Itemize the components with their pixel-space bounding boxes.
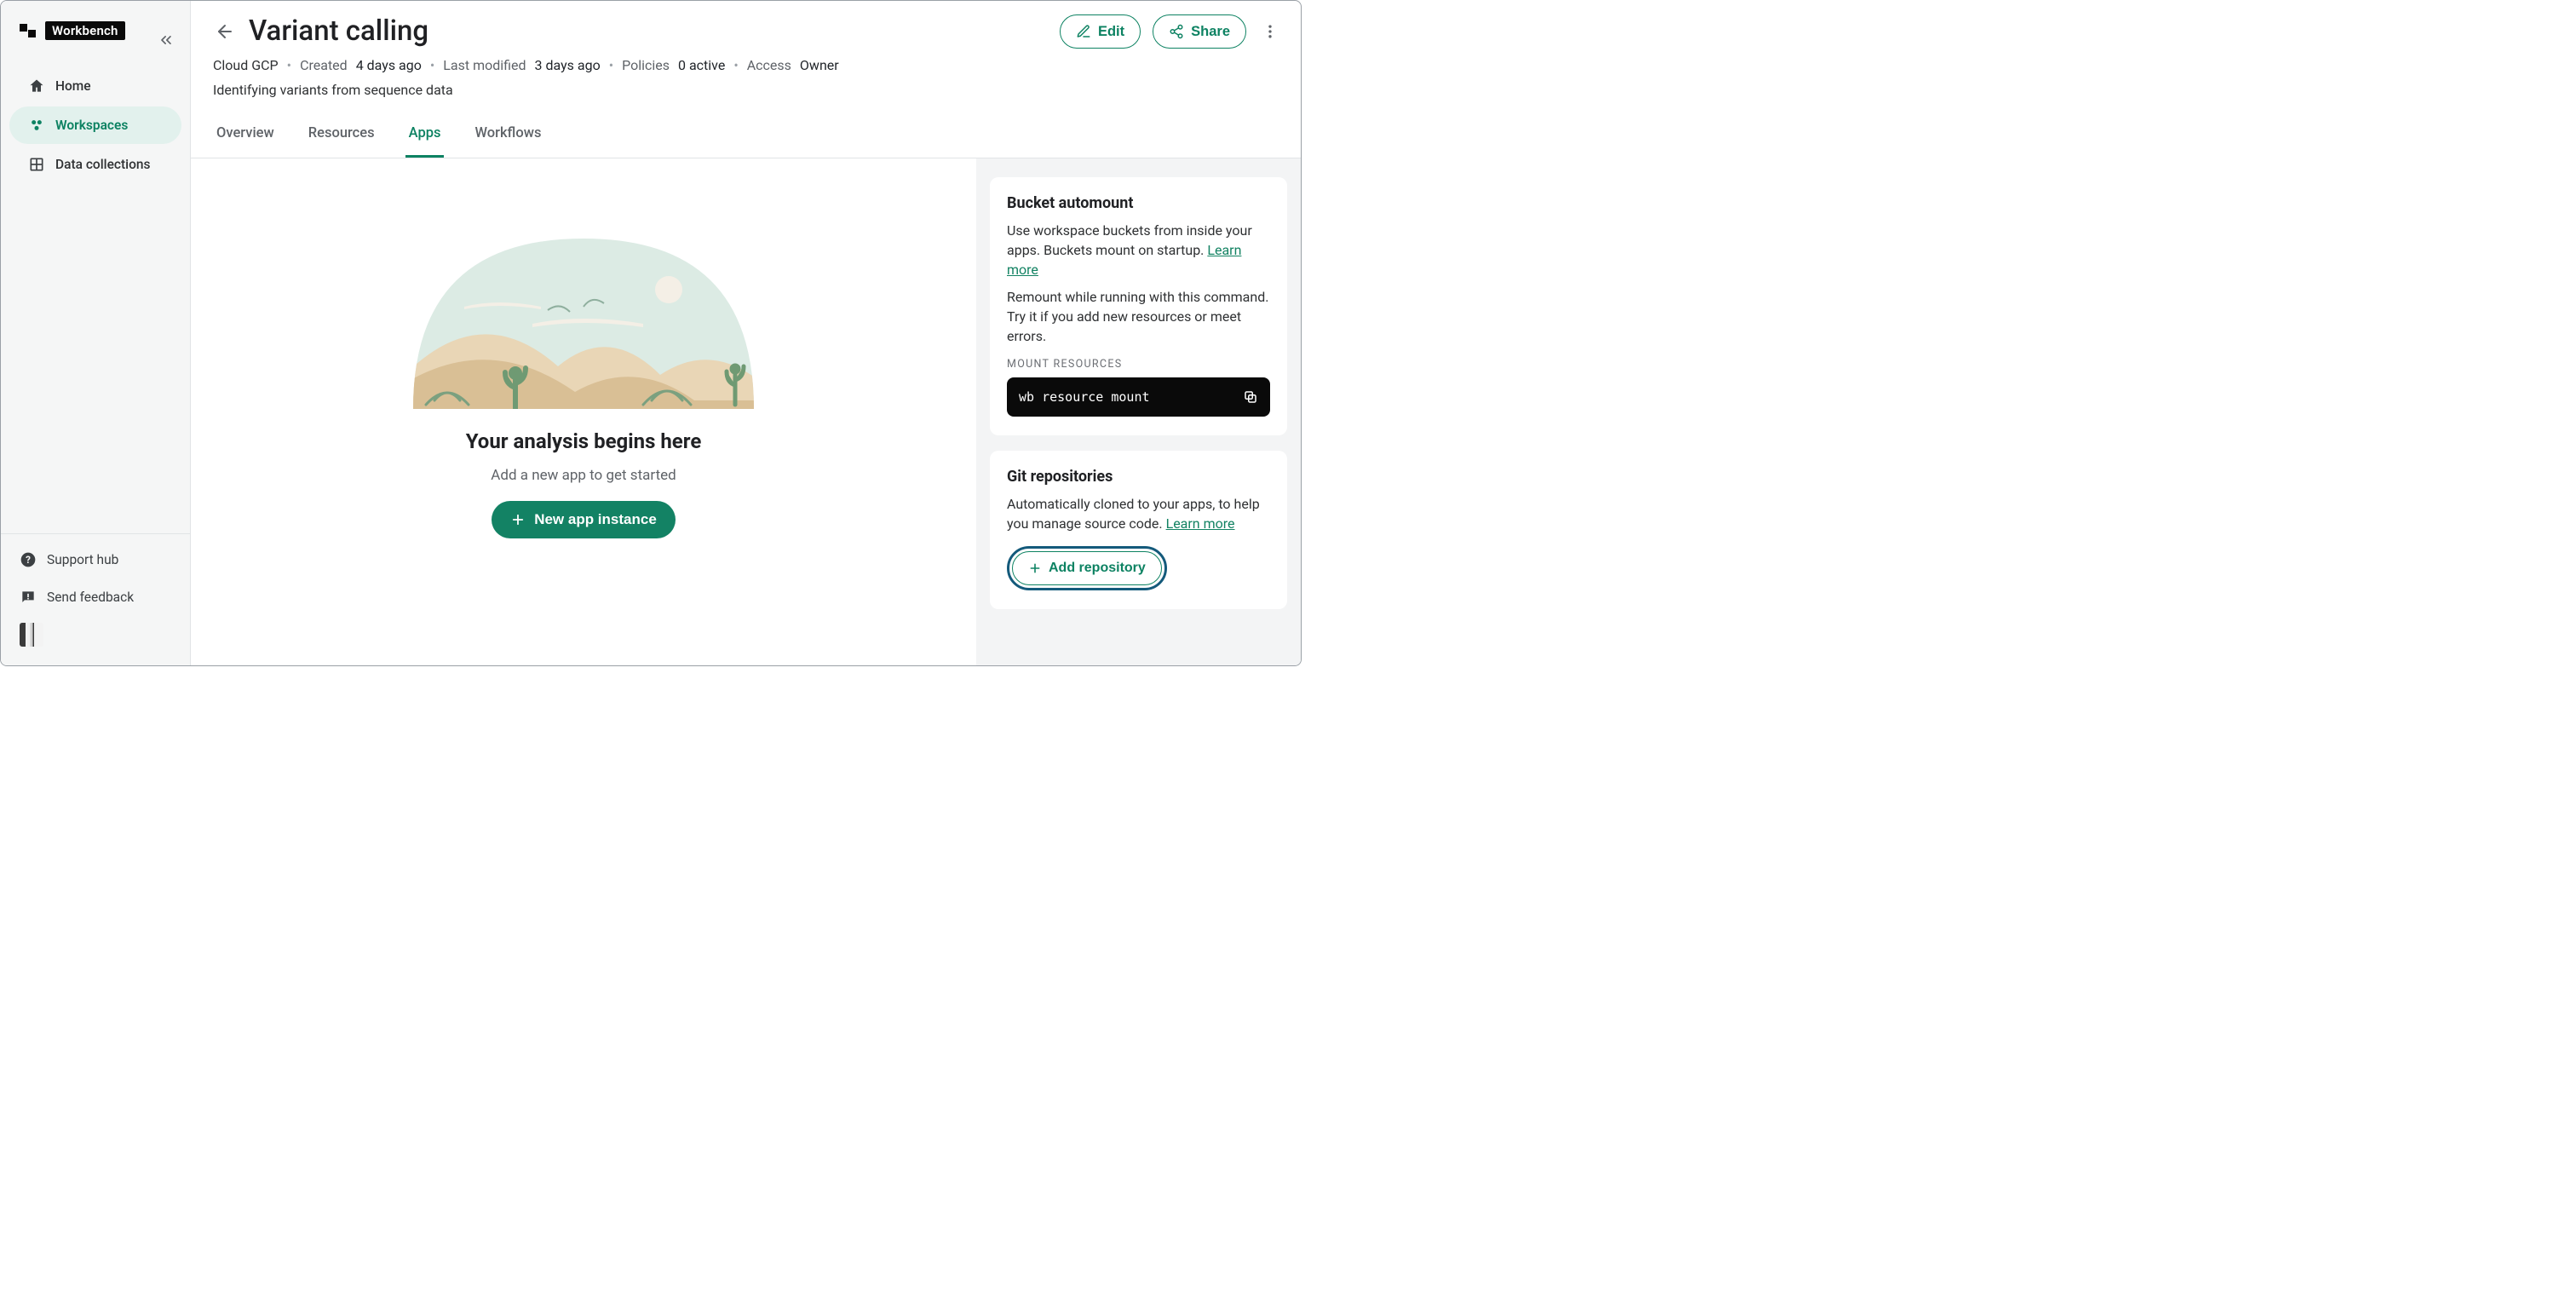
empty-state: Your analysis begins here Add a new app … (405, 230, 762, 538)
sidebar-footer-label: Support hub (47, 552, 118, 567)
sidebar-support-hub[interactable]: ? Support hub (9, 541, 181, 578)
add-repository-button[interactable]: Add repository (1012, 551, 1162, 585)
edit-button[interactable]: Edit (1060, 14, 1141, 49)
sidebar-item-home[interactable]: Home (9, 67, 181, 105)
sidebar-item-data-collections[interactable]: Data collections (9, 146, 181, 183)
sidebar-collapse-button[interactable] (154, 28, 178, 52)
meta-policies-value: 0 active (678, 57, 725, 73)
new-app-instance-label: New app instance (534, 511, 657, 528)
meta-separator: • (609, 57, 613, 73)
mount-command: wb resource mount (1019, 389, 1150, 405)
share-icon (1169, 24, 1184, 39)
workspace-content: Your analysis begins here Add a new app … (191, 158, 1301, 665)
workspace-description: Identifying variants from sequence data (213, 82, 1282, 98)
edit-button-label: Edit (1098, 24, 1124, 40)
card-text: Use workspace buckets from inside your a… (1007, 221, 1270, 280)
bucket-automount-card: Bucket automount Use workspace buckets f… (990, 177, 1287, 435)
mount-resources-label: MOUNT RESOURCES (1007, 358, 1270, 371)
tab-workflows[interactable]: Workflows (471, 115, 544, 158)
more-menu-button[interactable] (1258, 20, 1282, 43)
sidebar-send-feedback[interactable]: Send feedback (9, 578, 181, 616)
sidebar-item-label: Data collections (55, 157, 151, 172)
empty-state-subtitle: Add a new app to get started (491, 467, 676, 484)
empty-area: Your analysis begins here Add a new app … (191, 158, 976, 665)
meta-policies-label: Policies (622, 57, 670, 73)
avatar (20, 623, 43, 647)
empty-state-title: Your analysis begins here (466, 429, 702, 453)
meta-separator: • (430, 57, 434, 73)
pencil-icon (1076, 24, 1091, 39)
sidebar-item-workspaces[interactable]: Workspaces (9, 106, 181, 144)
learn-more-link[interactable]: Learn more (1166, 515, 1235, 532)
feedback-icon (20, 589, 37, 606)
home-icon (28, 78, 45, 95)
sidebar-footer: ? Support hub Send feedback (1, 533, 190, 665)
add-repository-label: Add repository (1049, 561, 1146, 576)
workspace-header: Variant calling Edit Share (191, 1, 1301, 158)
share-button[interactable]: Share (1153, 14, 1246, 49)
new-app-instance-button[interactable]: New app instance (492, 501, 676, 538)
meta-separator: • (733, 57, 738, 73)
side-panel: Bucket automount Use workspace buckets f… (976, 158, 1301, 665)
tab-overview[interactable]: Overview (213, 115, 278, 158)
sidebar-item-label: Home (55, 78, 91, 94)
meta-created-value: 4 days ago (356, 57, 422, 73)
title-actions: Edit Share (1060, 14, 1282, 49)
brand-product-tag: Workbench (45, 21, 125, 40)
help-icon: ? (20, 551, 37, 568)
plus-icon (510, 512, 526, 527)
mount-command-box: wb resource mount (1007, 377, 1270, 417)
back-button[interactable] (213, 20, 237, 43)
sidebar-user-account[interactable] (9, 616, 181, 653)
empty-state-illustration-icon (405, 230, 762, 409)
tab-resources[interactable]: Resources (305, 115, 378, 158)
card-text: Automatically cloned to your apps, to he… (1007, 494, 1270, 533)
git-repositories-card: Git repositories Automatically cloned to… (990, 451, 1287, 608)
sidebar: Workbench Home Workspaces (1, 1, 191, 665)
main: Variant calling Edit Share (191, 1, 1301, 665)
card-title: Bucket automount (1007, 194, 1270, 212)
plus-icon (1028, 561, 1042, 575)
workspaces-icon (28, 117, 45, 134)
page-title: Variant calling (249, 14, 428, 49)
meta-access-label: Access (747, 57, 791, 73)
workspace-meta: Cloud GCP • Created 4 days ago • Last mo… (213, 57, 1282, 73)
copy-command-button[interactable] (1243, 389, 1258, 405)
brand-logo-icon (18, 23, 38, 38)
sidebar-footer-label: Send feedback (47, 590, 134, 605)
workspace-tabs: Overview Resources Apps Workflows (213, 115, 1282, 158)
meta-separator: • (287, 57, 291, 73)
meta-created-label: Created (300, 57, 348, 73)
tab-apps[interactable]: Apps (405, 115, 445, 158)
meta-modified-value: 3 days ago (535, 57, 601, 73)
brand: Workbench (1, 14, 190, 52)
meta-modified-label: Last modified (443, 57, 526, 73)
svg-text:?: ? (26, 554, 31, 566)
card-text: Remount while running with this command.… (1007, 287, 1270, 347)
sidebar-nav: Home Workspaces Data collections (1, 60, 190, 185)
card-title: Git repositories (1007, 468, 1270, 486)
add-repository-highlight: Add repository (1007, 546, 1167, 590)
meta-access-value: Owner (800, 57, 839, 73)
data-collections-icon (28, 156, 45, 173)
app-shell: Workbench Home Workspaces (0, 0, 1302, 666)
sidebar-item-label: Workspaces (55, 118, 128, 133)
share-button-label: Share (1191, 24, 1230, 40)
meta-cloud: Cloud GCP (213, 57, 279, 73)
